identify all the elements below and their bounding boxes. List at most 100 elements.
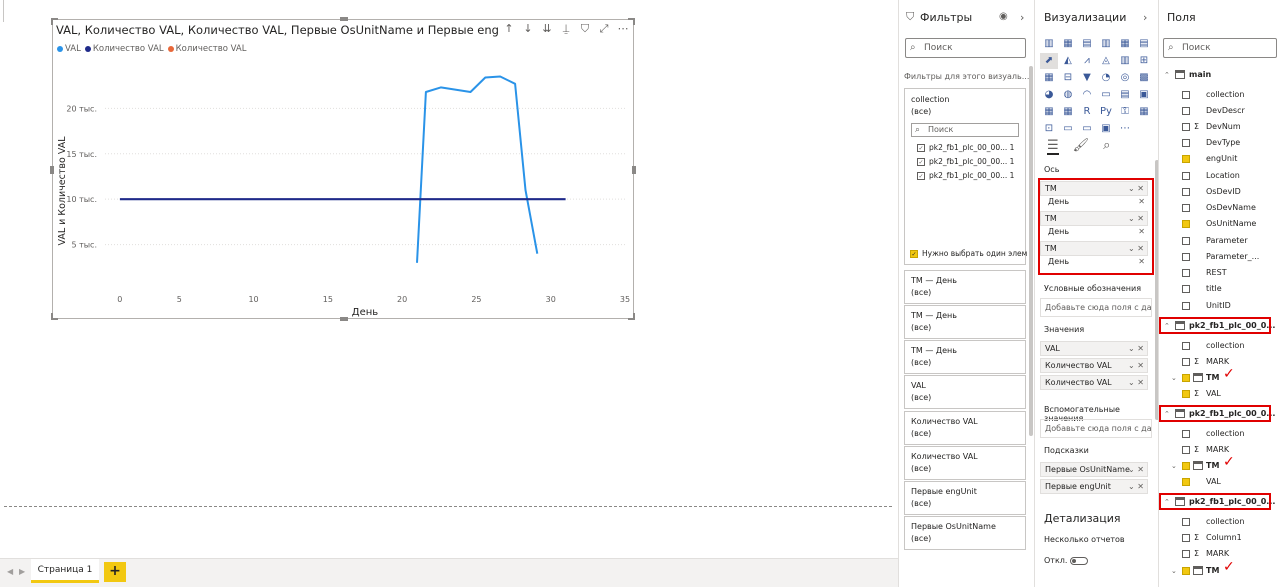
legend-item[interactable]: Количество VAL (84, 44, 164, 54)
visual-type-icon[interactable]: ▥ (1116, 53, 1134, 69)
filters-search-input[interactable]: ⌕ Поиск (905, 38, 1026, 58)
resize-handle[interactable] (51, 313, 58, 320)
axis-subfield[interactable]: День ✕ (1040, 225, 1148, 239)
field-item[interactable]: Σ MARK (1159, 355, 1280, 369)
visual-type-icon[interactable]: ▭ (1059, 121, 1077, 137)
field-item[interactable]: OsDevID (1159, 185, 1280, 199)
filter-card[interactable]: TM — День (все) (904, 305, 1026, 339)
values-field[interactable]: Количество VAL ⌄ ✕ (1040, 358, 1148, 373)
analytics-tab-icon[interactable]: ⌕ (1103, 138, 1110, 155)
field-item[interactable]: REST (1159, 266, 1280, 280)
visual-type-icon[interactable]: ▦ (1135, 104, 1153, 120)
visual-type-icon[interactable]: ▭ (1078, 121, 1096, 137)
field-item[interactable]: collection (1159, 427, 1280, 441)
drill-down-icon[interactable]: ↓ (522, 22, 534, 36)
field-controls[interactable]: ⌄ ✕ (1128, 182, 1144, 195)
tooltip-field[interactable]: Первые engUnit ⌄ ✕ (1040, 479, 1148, 494)
collapse-viz-icon[interactable]: › (1143, 11, 1147, 24)
prev-page-icon[interactable]: ◀ (7, 567, 13, 576)
filter-icon[interactable]: ⛉ (579, 22, 591, 36)
visual-type-icon[interactable]: ▥ (1097, 36, 1115, 52)
filter-card[interactable]: TM — День (все) (904, 270, 1026, 304)
filter-card[interactable]: VAL (все) (904, 375, 1026, 409)
tooltip-field[interactable]: Первые OsUnitName ⌄ ✕ (1040, 462, 1148, 477)
remove-icon[interactable]: ✕ (1138, 195, 1145, 209)
secondary-drop-zone[interactable]: Добавьте сюда поля с дан... (1040, 419, 1152, 438)
visual-type-icon[interactable]: ▥ (1040, 36, 1058, 52)
filter-card-collection[interactable]: collection (все) ⌕ Поиск ✓ pk2_fb1_plc_00_0… (904, 88, 1026, 265)
hierarchy-icon[interactable]: ⍊ (560, 22, 572, 36)
hierarchy-node[interactable]: ⌄ TM ✓ (1159, 367, 1280, 385)
visual-type-icon[interactable]: ▣ (1135, 87, 1153, 103)
table-node[interactable]: ⌃ pk2_fb1_plc_00_0... (1159, 405, 1280, 422)
visual-type-icon[interactable]: ◔ (1097, 70, 1115, 86)
field-item[interactable]: Σ MARK (1159, 547, 1280, 561)
require-single-selection[interactable]: ✓ Нужно выбрать один элем (910, 249, 1027, 258)
visual-type-icon[interactable]: ◬ (1097, 53, 1115, 69)
values-field[interactable]: Количество VAL ⌄ ✕ (1040, 375, 1148, 390)
visual-type-icon[interactable]: ▦ (1040, 104, 1058, 120)
field-item[interactable]: Parameter_... (1159, 250, 1280, 264)
table-node[interactable]: ⌃ main (1159, 68, 1280, 82)
field-item[interactable]: Σ DevNum (1159, 120, 1280, 134)
collapse-filters-icon[interactable]: › (1020, 11, 1024, 24)
field-controls[interactable]: ⌄ ✕ (1128, 342, 1144, 355)
eye-icon[interactable]: ◉ (999, 11, 1008, 22)
visual-type-icon[interactable]: ▼ (1078, 70, 1096, 86)
field-controls[interactable]: ⌄ ✕ (1128, 212, 1144, 225)
field-item[interactable]: title (1159, 282, 1280, 296)
chevron-down-icon[interactable]: ⌄ (1171, 564, 1177, 578)
field-item[interactable]: Σ VAL (1159, 387, 1280, 401)
remove-icon[interactable]: ✕ (1138, 225, 1145, 239)
visual-type-icon[interactable]: Py (1097, 104, 1115, 120)
field-item[interactable]: collection (1159, 88, 1280, 102)
resize-handle[interactable] (632, 166, 636, 174)
field-item[interactable]: collection (1159, 339, 1280, 353)
table-node[interactable]: ⌃ pk2_fb1_plc_00_0... (1159, 317, 1280, 334)
resize-handle[interactable] (51, 18, 58, 25)
field-item[interactable]: collection (1159, 515, 1280, 529)
legend-item[interactable]: Количество VAL (167, 44, 246, 54)
visual-type-icon[interactable]: ⊟ (1059, 70, 1077, 86)
field-item[interactable]: UnitID (1159, 299, 1280, 313)
axis-field[interactable]: TM ⌄ ✕ (1040, 181, 1148, 196)
remove-icon[interactable]: ✕ (1138, 255, 1145, 269)
visual-type-icon[interactable]: ◕ (1040, 87, 1058, 103)
resize-handle[interactable] (340, 317, 348, 321)
fields-search-input[interactable]: ⌕ Поиск (1163, 38, 1277, 58)
line-chart-visual[interactable]: 5 тыс. 10 тыс. 15 тыс. 20 тыс. 5 10 15 20 25 30 35… (50, 17, 636, 321)
axis-subfield[interactable]: День ✕ (1040, 255, 1148, 269)
chevron-down-icon[interactable]: ⌄ (1171, 459, 1177, 473)
chevron-up-icon[interactable]: ⌃ (1164, 68, 1170, 82)
filter-card-search[interactable]: ⌕ Поиск (911, 123, 1019, 137)
filter-option[interactable]: ✓ pk2_fb1_plc_00_00... 1 (917, 157, 1014, 166)
legend-drop-zone[interactable]: Добавьте сюда поля с дан... (1040, 298, 1152, 317)
visual-type-icon[interactable]: ▤ (1078, 36, 1096, 52)
field-controls[interactable]: ⌄ ✕ (1128, 463, 1144, 476)
page-tab[interactable]: Страница 1 (31, 559, 99, 583)
visual-type-icon[interactable]: ▤ (1135, 36, 1153, 52)
cross-report-toggle[interactable]: Откл. (1044, 556, 1089, 565)
visual-type-icon[interactable]: ▣ (1097, 121, 1115, 137)
visual-type-icon[interactable]: ⬈ (1040, 53, 1058, 69)
hierarchy-node[interactable]: ⌄ TM ✓ (1159, 560, 1280, 578)
visual-type-icon[interactable]: ⊞ (1135, 53, 1153, 69)
axis-subfield[interactable]: День ✕ (1040, 195, 1148, 209)
field-item[interactable]: DevType (1159, 136, 1280, 150)
expand-all-icon[interactable]: ⇊ (541, 22, 553, 36)
fields-tab-icon[interactable]: ☰ (1047, 138, 1059, 155)
axis-field[interactable]: TM ⌄ ✕ (1040, 241, 1148, 256)
visual-type-icon[interactable]: ▦ (1059, 36, 1077, 52)
axis-field[interactable]: TM ⌄ ✕ (1040, 211, 1148, 226)
filter-card[interactable]: TM — День (все) (904, 340, 1026, 374)
visual-type-icon[interactable]: ⩘ (1078, 53, 1096, 69)
field-item[interactable]: VAL (1159, 475, 1280, 489)
visual-type-icon[interactable]: ▦ (1059, 104, 1077, 120)
visual-type-icon[interactable]: ◭ (1059, 53, 1077, 69)
report-canvas[interactable]: 5 тыс. 10 тыс. 15 тыс. 20 тыс. 5 10 15 20 25 30 35… (0, 0, 898, 558)
table-node[interactable]: ⌃ pk2_fb1_plc_00_0... (1159, 493, 1280, 510)
visual-type-icon[interactable]: ◍ (1059, 87, 1077, 103)
filter-card[interactable]: Первые engUnit (все) (904, 481, 1026, 515)
resize-handle[interactable] (340, 17, 348, 21)
filter-card[interactable]: Количество VAL (все) (904, 446, 1026, 480)
